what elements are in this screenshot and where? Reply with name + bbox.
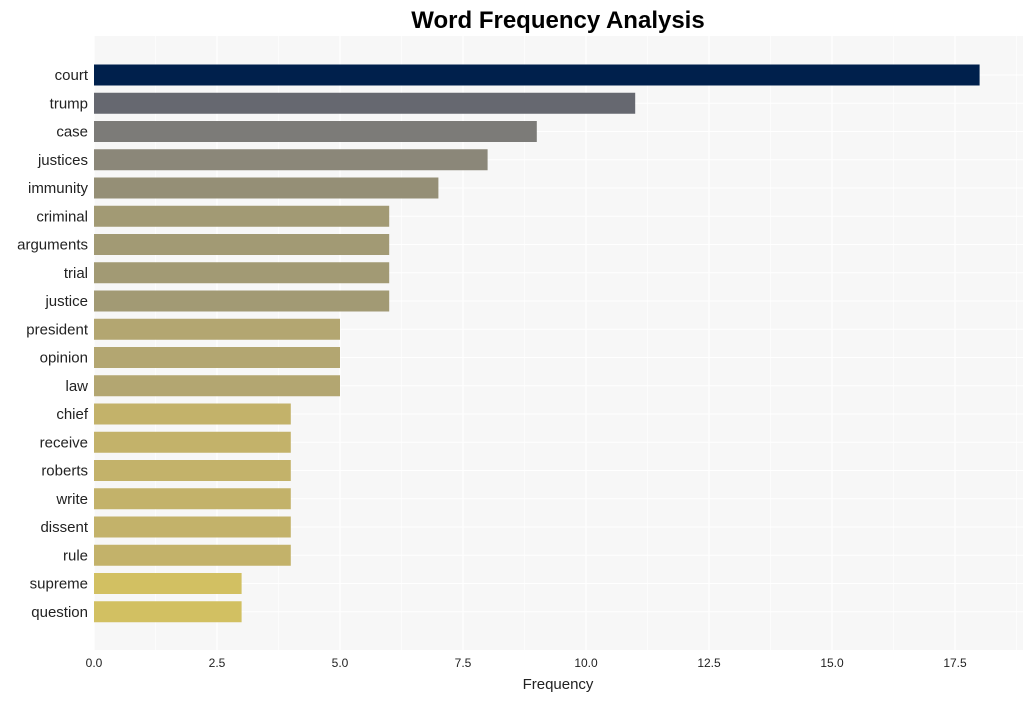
- y-tick-label-trump: trump: [50, 95, 88, 112]
- y-tick-label-write: write: [55, 491, 88, 508]
- y-tick-label-supreme: supreme: [30, 576, 88, 593]
- x-axis-label: Frequency: [523, 676, 594, 693]
- chart-title: Word Frequency Analysis: [411, 7, 704, 34]
- y-tick-label-roberts: roberts: [41, 463, 88, 480]
- y-tick-label-chief: chief: [56, 406, 89, 423]
- bar-dissent: [94, 516, 291, 538]
- bar-arguments: [94, 234, 390, 255]
- y-tick-label-president: president: [26, 321, 89, 338]
- bar-receive: [94, 431, 291, 453]
- y-tick-label-immunity: immunity: [28, 180, 89, 197]
- y-tick-label-justices: justices: [37, 152, 88, 169]
- bar-justices: [94, 149, 488, 171]
- x-tick-label: 12.5: [697, 656, 721, 670]
- bar-case: [94, 121, 537, 142]
- bar-chief: [94, 403, 291, 425]
- bar-court: [94, 64, 980, 86]
- y-tick-label-criminal: criminal: [36, 208, 88, 225]
- bar-criminal: [94, 205, 390, 227]
- bar-law: [94, 375, 340, 397]
- bar-president: [94, 318, 340, 340]
- x-tick-label: 2.5: [209, 656, 226, 670]
- bar-immunity: [94, 177, 439, 199]
- y-tick-label-arguments: arguments: [17, 237, 88, 254]
- y-tick-labels: court trump case justices immunity criminal ar…: [17, 67, 89, 621]
- y-tick-label-court: court: [55, 67, 89, 84]
- y-tick-label-trial: trial: [64, 265, 88, 282]
- bar-supreme: [94, 573, 242, 594]
- x-tick-label: 7.5: [455, 656, 472, 670]
- y-tick-label-rule: rule: [63, 547, 88, 564]
- x-tick-labels: 0.0 2.5 5.0 7.5 10.0 12.5 15.0 17.5: [86, 656, 967, 670]
- bar-opinion: [94, 347, 340, 368]
- x-tick-label: 10.0: [574, 656, 598, 670]
- word-frequency-chart: court trump case justices immunity criminal ar…: [17, 7, 1023, 693]
- bar-write: [94, 488, 291, 510]
- bar-trial: [94, 262, 390, 284]
- bar-question: [94, 601, 242, 623]
- x-tick-label: 0.0: [86, 656, 103, 670]
- x-tick-label: 15.0: [820, 656, 844, 670]
- bar-justice: [94, 290, 390, 312]
- y-tick-label-case: case: [56, 124, 88, 141]
- y-tick-label-opinion: opinion: [40, 350, 88, 367]
- bar-rule: [94, 544, 291, 566]
- bar-roberts: [94, 460, 291, 481]
- y-tick-label-law: law: [65, 378, 88, 395]
- y-tick-label-dissent: dissent: [40, 519, 88, 536]
- x-tick-label: 17.5: [943, 656, 967, 670]
- y-tick-label-receive: receive: [40, 434, 88, 451]
- x-tick-label: 5.0: [332, 656, 349, 670]
- y-tick-label-question: question: [31, 604, 88, 621]
- y-tick-label-justice: justice: [44, 293, 88, 310]
- bar-trump: [94, 92, 636, 114]
